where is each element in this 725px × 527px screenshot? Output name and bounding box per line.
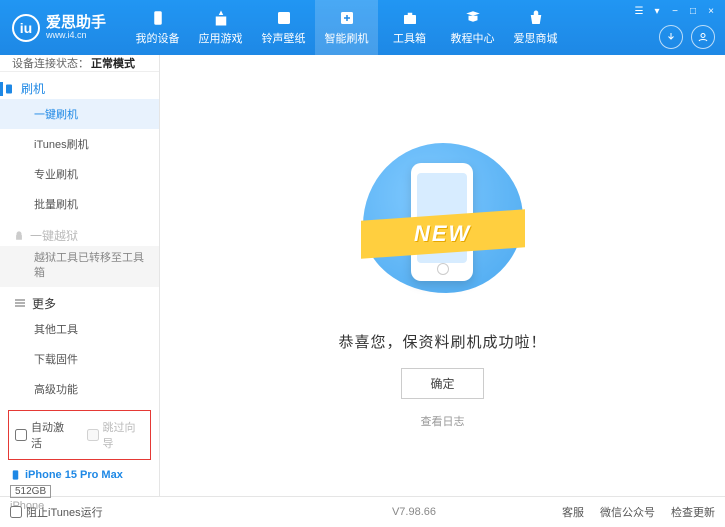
device-capacity: 512GB — [10, 485, 51, 498]
version-label: V7.98.66 — [392, 506, 436, 518]
sidebar-item-download-firmware[interactable]: 下载固件 — [0, 344, 159, 374]
nav-my-device[interactable]: 我的设备 — [126, 0, 189, 55]
sidebar-item-pro-flash[interactable]: 专业刷机 — [0, 159, 159, 189]
connection-status: 设备连接状态：正常模式 — [0, 55, 159, 72]
success-illustration: NEW — [353, 133, 533, 313]
ok-button[interactable]: 确定 — [401, 368, 483, 399]
options-highlight-box: 自动激活 跳过向导 — [8, 410, 151, 460]
jailbreak-note: 越狱工具已转移至工具箱 — [0, 246, 159, 287]
footer-link-support[interactable]: 客服 — [562, 504, 584, 520]
sidebar: 设备连接状态：正常模式 刷机 一键刷机 iTunes刷机 专业刷机 批量刷机 一… — [0, 55, 160, 496]
checkbox-skip-guide[interactable]: 跳过向导 — [87, 419, 145, 451]
top-nav: 我的设备 应用游戏 铃声壁纸 智能刷机 工具箱 教程中心 爱思商城 — [126, 0, 567, 55]
phone-icon — [10, 468, 21, 482]
sidebar-item-batch-flash[interactable]: 批量刷机 — [0, 189, 159, 219]
sidebar-item-advanced[interactable]: 高级功能 — [0, 374, 159, 404]
close-icon[interactable]: × — [703, 4, 719, 18]
sidebar-item-itunes-flash[interactable]: iTunes刷机 — [0, 129, 159, 159]
sidebar-section-jailbreak: 一键越狱 — [0, 219, 159, 246]
app-name: 爱思助手 — [46, 15, 106, 30]
minimize-icon[interactable]: − — [667, 4, 683, 18]
nav-tutorials[interactable]: 教程中心 — [441, 0, 504, 55]
footer-link-update[interactable]: 检查更新 — [671, 504, 715, 520]
logo-icon: iu — [12, 14, 40, 42]
window-controls: ☰ ▾ − □ × — [631, 4, 719, 18]
sidebar-item-other-tools[interactable]: 其他工具 — [0, 314, 159, 344]
sidebar-item-oneclick-flash[interactable]: 一键刷机 — [0, 99, 159, 129]
maximize-icon[interactable]: □ — [685, 4, 701, 18]
success-message: 恭喜您，保资料刷机成功啦！ — [338, 331, 546, 352]
sidebar-section-more[interactable]: 更多 — [0, 287, 159, 314]
main-content: NEW 恭喜您，保资料刷机成功啦！ 确定 查看日志 — [160, 55, 725, 496]
logo-area: iu 爱思助手 www.i4.cn — [0, 14, 118, 42]
footer-link-wechat[interactable]: 微信公众号 — [600, 504, 655, 520]
sidebar-section-flash[interactable]: 刷机 — [0, 72, 159, 99]
menu-icon[interactable]: ☰ — [631, 4, 647, 18]
view-log-link[interactable]: 查看日志 — [421, 413, 465, 429]
nav-apps-games[interactable]: 应用游戏 — [189, 0, 252, 55]
nav-smart-flash[interactable]: 智能刷机 — [315, 0, 378, 55]
nav-toolbox[interactable]: 工具箱 — [378, 0, 441, 55]
checkbox-auto-activate[interactable]: 自动激活 — [15, 419, 73, 451]
lock-icon — [14, 231, 24, 241]
skin-icon[interactable]: ▾ — [649, 4, 665, 18]
menu-lines-icon — [14, 298, 26, 308]
device-name[interactable]: iPhone 15 Pro Max — [10, 468, 149, 482]
download-button[interactable] — [659, 25, 683, 49]
title-bar: iu 爱思助手 www.i4.cn 我的设备 应用游戏 铃声壁纸 智能刷机 工具… — [0, 0, 725, 55]
app-url: www.i4.cn — [46, 30, 106, 40]
nav-store[interactable]: 爱思商城 — [504, 0, 567, 55]
nav-ringtones[interactable]: 铃声壁纸 — [252, 0, 315, 55]
checkbox-block-itunes[interactable]: 阻止iTunes运行 — [10, 504, 103, 520]
user-button[interactable] — [691, 25, 715, 49]
